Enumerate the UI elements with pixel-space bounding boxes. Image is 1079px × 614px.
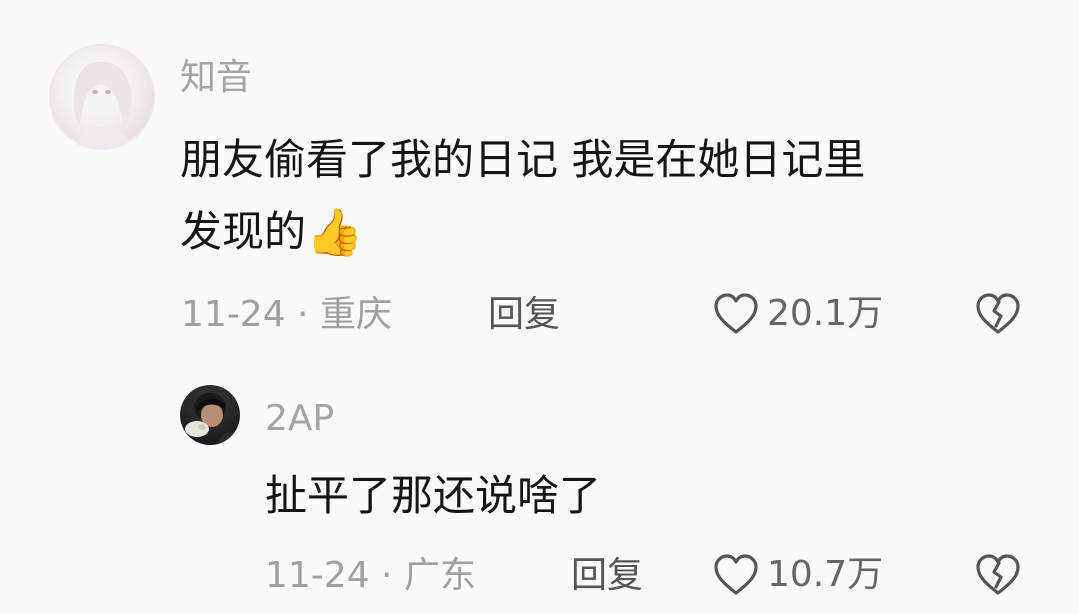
broken-heart-icon [976,554,1020,595]
like-count: 10.7万 [767,554,884,595]
reply-button[interactable]: 回复 [571,556,643,596]
heart-outline-icon [714,293,758,334]
avatar[interactable] [180,385,240,445]
like-count: 20.1万 [767,293,884,334]
comment-username[interactable]: 2AP [265,399,334,439]
reply-button[interactable]: 回复 [488,295,560,335]
heart-outline-icon [714,554,758,595]
broken-heart-icon [976,293,1020,334]
comment-meta: 11-24 · 广东 [265,555,476,596]
dislike-button[interactable] [975,553,1021,601]
like-button[interactable]: 10.7万 [713,553,883,597]
comment-text-line: 发现的👍 [180,200,363,264]
comment-thread: 知音 朋友偷看了我的日记 我是在她日记里 发现的👍 11-24 · 重庆 回复 … [0,0,1079,614]
avatar-image [185,393,240,445]
avatar[interactable] [49,44,155,150]
dislike-button[interactable] [975,292,1021,340]
comment-meta: 11-24 · 重庆 [181,294,392,335]
thumbs-up-emoji: 👍 [306,205,364,259]
comment-text-line: 朋友偷看了我的日记 我是在她日记里 [180,135,866,184]
comment-username[interactable]: 知音 [180,58,252,98]
avatar-image [73,61,132,148]
comment-text: 扯平了那还说啥了 [265,471,602,520]
like-button[interactable]: 20.1万 [713,292,883,336]
comment-text-segment: 发现的 [180,207,307,256]
